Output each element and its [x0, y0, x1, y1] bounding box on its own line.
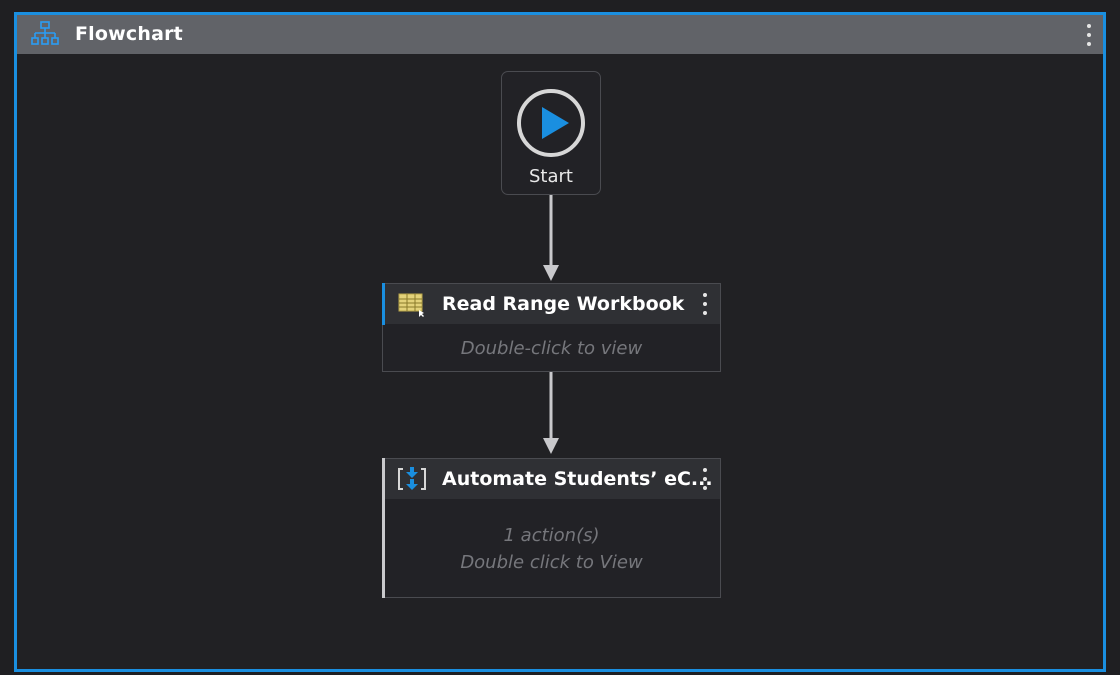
activity-title: Read Range Workbook — [442, 293, 685, 315]
play-circle-icon — [517, 89, 585, 157]
activity-more-options-button[interactable] — [699, 466, 711, 492]
start-label: Start — [529, 166, 573, 187]
excel-range-icon — [398, 293, 424, 317]
activity-title: Automate Students’ eC... — [442, 468, 713, 490]
connector-arrow-read-range-to-sequence[interactable] — [541, 372, 561, 458]
activity-hint: Double-click to view — [460, 338, 643, 359]
flowchart-title-bar[interactable]: Flowchart — [17, 15, 1103, 54]
activity-header[interactable]: Read Range Workbook — [383, 284, 720, 324]
read-range-workbook-activity[interactable]: Read Range Workbook Double-click to view — [381, 282, 721, 372]
connector-arrow-start-to-read-range[interactable] — [541, 195, 561, 285]
flowchart-title: Flowchart — [75, 23, 183, 45]
selection-accent — [381, 282, 385, 325]
start-node[interactable]: Start — [501, 71, 601, 195]
activity-hint: Double click to View — [460, 552, 643, 573]
flowchart-canvas[interactable]: Start Read Range Workbook Double-click t… — [17, 54, 1103, 675]
activity-count: 1 action(s) — [503, 525, 600, 546]
flowchart-icon — [31, 21, 59, 45]
sequence-icon — [398, 467, 426, 490]
activity-more-options-button[interactable] — [699, 291, 711, 317]
flowchart-more-options-button[interactable] — [1083, 22, 1095, 48]
activity-header[interactable]: Automate Students’ eC... — [383, 459, 720, 499]
sequence-activity[interactable]: Automate Students’ eC... 1 action(s) Dou… — [381, 457, 721, 598]
flowchart-designer: Flowchart Start Read Range Workbook Doub… — [14, 12, 1106, 672]
